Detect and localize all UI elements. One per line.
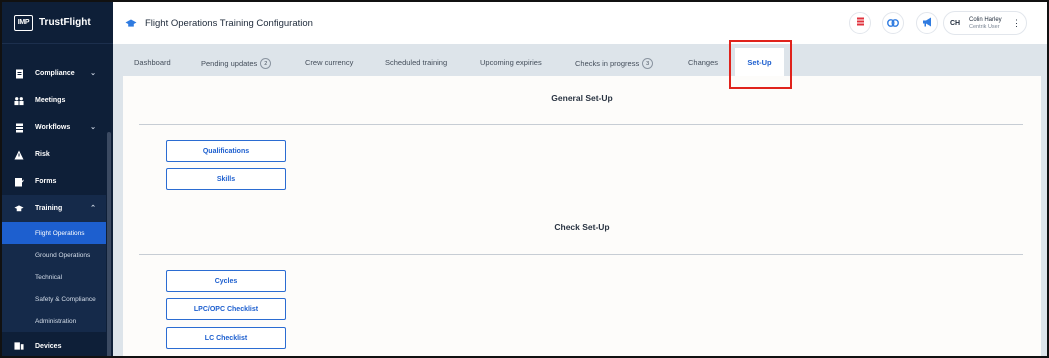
sidebar-item-meetings[interactable]: Meetings [2, 87, 106, 114]
highlight-box [729, 40, 792, 89]
tab-upcoming-expiries[interactable]: Upcoming expiries [480, 58, 542, 67]
lc-checklist-button[interactable]: LC Checklist [166, 327, 286, 349]
tab-scheduled-training[interactable]: Scheduled training [385, 58, 447, 67]
tab-label: Pending updates [201, 59, 258, 68]
sidebar-item-forms[interactable]: Forms [2, 168, 106, 195]
divider [139, 124, 1023, 125]
sidebar-item-workflows[interactable]: Workflows ⌄ [2, 114, 106, 141]
tab-label: Checks in progress [575, 59, 640, 68]
sidebar-item-compliance[interactable]: Compliance ⌄ [2, 60, 106, 87]
sidebar-item-label: Forms [35, 178, 57, 185]
tab-label: Scheduled training [385, 58, 448, 67]
sidebar-subitem-administration[interactable]: Administration [2, 310, 106, 332]
chevron-down-icon: ⌄ [90, 70, 96, 77]
brand[interactable]: IMP TrustFlight [2, 2, 113, 44]
chevron-down-icon: ⌄ [90, 124, 96, 131]
user-role: Centrik User [969, 23, 1000, 30]
megaphone-icon [922, 14, 932, 32]
user-menu[interactable]: CH Colin Harley Centrik User ⋮ [943, 11, 1027, 35]
sidebar-subitem-flight-operations[interactable]: Flight Operations [2, 222, 106, 244]
tab-dashboard[interactable]: Dashboard [134, 58, 171, 67]
tab-label: Dashboard [134, 58, 171, 67]
graduation-cap-icon [14, 204, 24, 214]
more-vertical-icon[interactable]: ⋮ [1012, 18, 1021, 28]
page-header: Flight Operations Training Configuration… [113, 2, 1047, 44]
chevron-up-icon: ⌃ [90, 205, 96, 212]
avatar: CH [949, 19, 961, 27]
warning-icon [14, 150, 24, 160]
sidebar-subitem-safety-compliance[interactable]: Safety & Compliance [2, 288, 106, 310]
lpc-opc-checklist-button[interactable]: LPC/OPC Checklist [166, 298, 286, 320]
app-window: IMP TrustFlight Compliance ⌄ Meetings Wo… [0, 0, 1049, 358]
page-title: Flight Operations Training Configuration [145, 17, 313, 29]
stacked-list-icon [856, 14, 865, 32]
tab-label: Changes [688, 58, 719, 67]
sidebar-item-label: Training [35, 205, 63, 212]
sidebar: IMP TrustFlight Compliance ⌄ Meetings Wo… [2, 2, 113, 356]
graduation-cap-icon [125, 18, 137, 28]
tab-label: Crew currency [305, 58, 354, 67]
tab-changes[interactable]: Changes [688, 58, 718, 67]
count-badge: 2 [260, 58, 272, 69]
sidebar-subitem-ground-operations[interactable]: Ground Operations [2, 244, 106, 266]
sidebar-item-label: Meetings [35, 97, 66, 104]
announcements-button[interactable] [916, 12, 938, 34]
section-title-check: Check Set-Up [554, 222, 610, 232]
devices-icon [14, 341, 24, 351]
tab-checks-in-progress[interactable]: Checks in progress 3 [575, 58, 654, 69]
cycles-button[interactable]: Cycles [166, 270, 286, 292]
link-button[interactable] [882, 12, 904, 34]
brand-name: TrustFlight [39, 17, 91, 28]
sidebar-item-devices[interactable]: Devices [2, 332, 106, 356]
qualifications-button[interactable]: Qualifications [166, 140, 286, 162]
sidebar-item-risk[interactable]: Risk [2, 141, 106, 168]
brand-logo: IMP [14, 14, 33, 31]
sidebar-item-training[interactable]: Training ⌃ [2, 195, 106, 222]
workflow-icon [14, 123, 24, 133]
divider [139, 254, 1023, 255]
tasks-button[interactable] [849, 12, 871, 34]
user-name: Colin Harley [969, 16, 1002, 23]
sidebar-item-label: Workflows [35, 124, 71, 131]
people-icon [14, 96, 24, 106]
user-info: Colin Harley Centrik User [969, 17, 1002, 30]
count-badge: 3 [642, 58, 654, 69]
sidebar-subitem-technical[interactable]: Technical [2, 266, 106, 288]
link-icon [887, 14, 899, 32]
sidebar-item-label: Risk [35, 151, 50, 158]
sidebar-nav: Compliance ⌄ Meetings Workflows ⌄ Risk F… [2, 60, 106, 356]
form-icon [14, 177, 24, 187]
setup-panel: General Set-Up Qualifications Skills Che… [123, 76, 1041, 356]
document-icon [14, 69, 24, 79]
tab-pending-updates[interactable]: Pending updates 2 [201, 58, 272, 69]
sidebar-scrollbar[interactable] [107, 132, 111, 356]
tab-label: Upcoming expiries [480, 58, 542, 67]
sidebar-item-label: Devices [35, 342, 62, 350]
tab-crew-currency[interactable]: Crew currency [305, 58, 353, 67]
section-title-general: General Set-Up [551, 93, 613, 103]
skills-button[interactable]: Skills [166, 168, 286, 190]
sidebar-item-label: Compliance [35, 70, 75, 77]
